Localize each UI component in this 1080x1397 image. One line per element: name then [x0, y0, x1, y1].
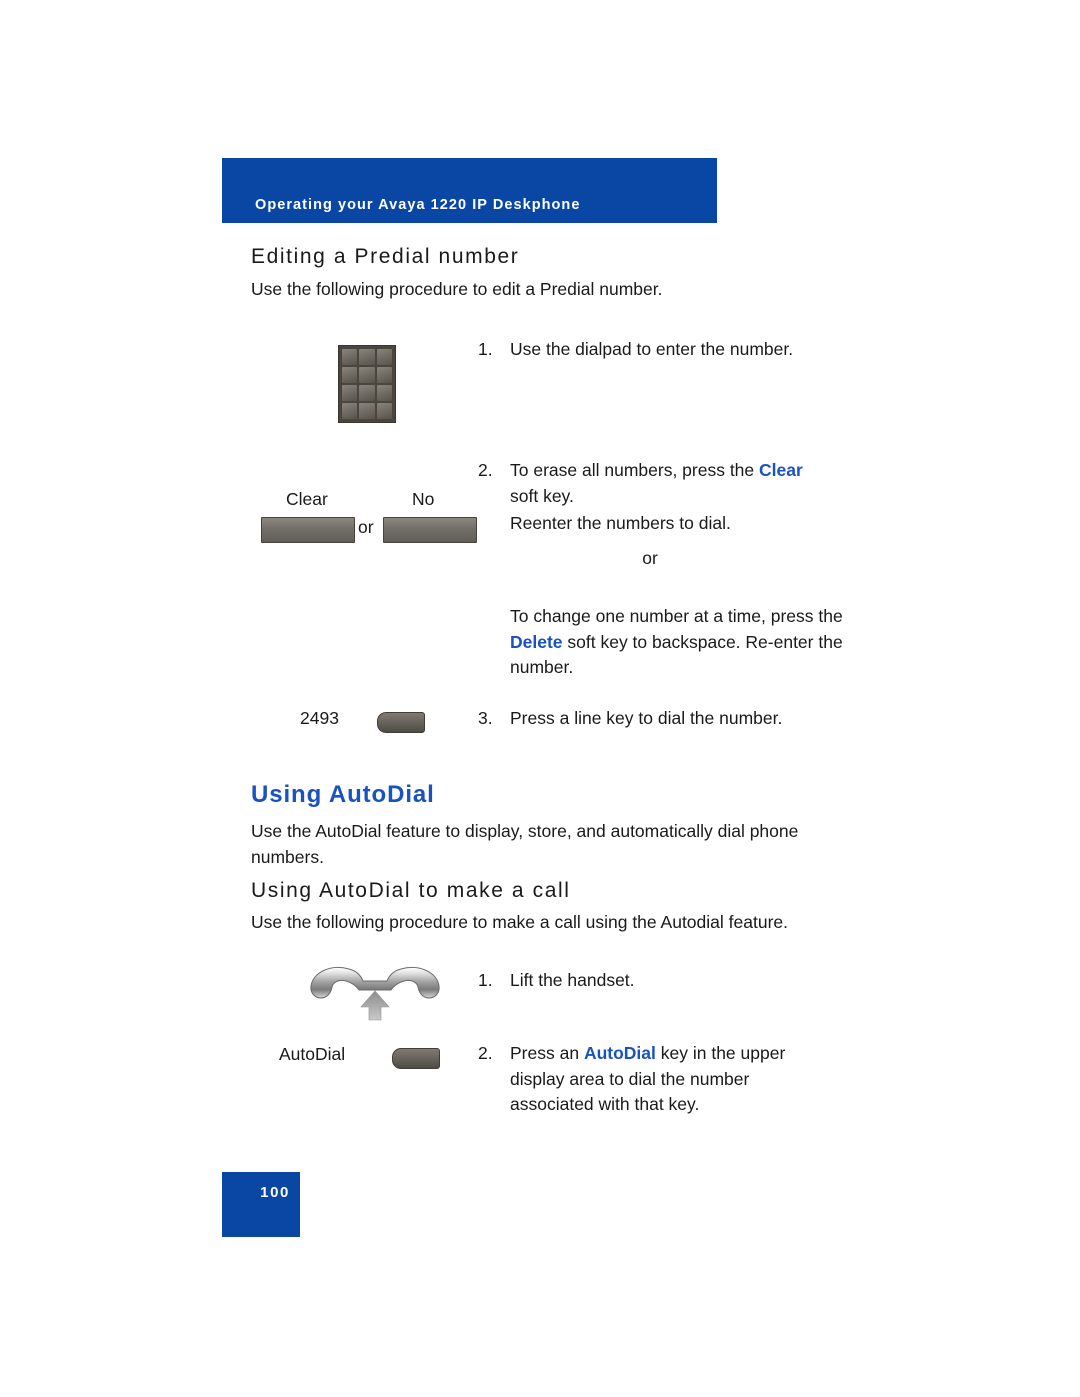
dialpad-key — [342, 385, 358, 401]
clear-softkey-term: Clear — [759, 460, 803, 480]
step-1-editing-predial: 1. Use the dialpad to enter the number. — [478, 337, 878, 363]
dialpad-key — [359, 367, 375, 383]
subheading-autodial-make-call: Using AutoDial to make a call — [251, 879, 571, 902]
header-banner-title: Operating your Avaya 1220 IP Deskphone — [255, 197, 581, 213]
step-text-before: To erase all numbers, press the — [510, 460, 760, 480]
intro-using-autodial: Use the AutoDial feature to display, sto… — [251, 821, 799, 867]
linekey-caption: 2493 — [300, 708, 339, 728]
softkey-right-caption: No — [412, 489, 435, 509]
reenter-numbers-text: Reenter the numbers to dial. — [510, 513, 731, 533]
step-1-using-autodial: 1. Lift the handset. — [478, 968, 878, 994]
step-2-using-autodial: 2. Press an AutoDial key in the upper di… — [478, 1041, 808, 1118]
autodial-key-button[interactable] — [392, 1048, 440, 1069]
heading-using-autodial: Using AutoDial — [251, 781, 435, 808]
line-key-button[interactable] — [377, 712, 425, 733]
step-number: 1. — [478, 970, 493, 990]
section-header-banner: Operating your Avaya 1220 IP Deskphone — [222, 158, 717, 223]
dialpad-key — [342, 367, 358, 383]
step-text: Press an AutoDial key in the upper displ… — [510, 1041, 808, 1118]
dialpad-key — [376, 385, 392, 401]
step-text-before: Press an — [510, 1043, 584, 1063]
step-number: 2. — [478, 1043, 493, 1063]
step-text: To erase all numbers, press the Clear so… — [510, 458, 823, 509]
change-text-before: To change one number at a time, press th… — [510, 606, 843, 626]
step-number: 1. — [478, 339, 493, 359]
step-2-editing-predial: 2. To erase all numbers, press the Clear… — [478, 458, 823, 509]
intro-editing-predial: Use the following procedure to edit a Pr… — [251, 279, 663, 299]
step-text: Press a line key to dial the number. — [510, 708, 783, 728]
handset-svg — [310, 967, 440, 1021]
dialpad-key — [342, 403, 358, 419]
step2-or-separator: or — [642, 548, 658, 568]
softkey-no-button[interactable] — [383, 517, 477, 543]
dialpad-icon — [338, 345, 396, 423]
step-number: 2. — [478, 460, 493, 480]
handset-lift-icon — [305, 960, 445, 1022]
dialpad-key — [359, 385, 375, 401]
change-one-number-text: To change one number at a time, press th… — [510, 604, 845, 681]
step-text: Use the dialpad to enter the number. — [510, 339, 794, 359]
intro-autodial-make-call: Use the following procedure to make a ca… — [251, 912, 788, 932]
dialpad-key — [376, 403, 392, 419]
softkey-separator-or: or — [358, 517, 374, 537]
softkey-left-caption: Clear — [286, 489, 328, 509]
delete-softkey-term: Delete — [510, 631, 563, 652]
step-3-editing-predial: 3. Press a line key to dial the number. — [478, 706, 878, 732]
step-text: Lift the handset. — [510, 970, 635, 990]
page-number-box: 100 — [222, 1172, 300, 1237]
dialpad-key — [342, 349, 358, 365]
dialpad-key — [359, 403, 375, 419]
heading-editing-predial: Editing a Predial number — [251, 245, 520, 268]
step-text-after: soft key. — [510, 485, 574, 506]
document-page: Operating your Avaya 1220 IP Deskphone E… — [0, 0, 1080, 1397]
softkey-clear-button[interactable] — [261, 517, 355, 543]
page-number: 100 — [260, 1184, 290, 1201]
dialpad-key — [376, 367, 392, 383]
dialpad-key — [376, 349, 392, 365]
autodial-key-caption: AutoDial — [279, 1044, 346, 1064]
dialpad-key — [359, 349, 375, 365]
step-number: 3. — [478, 708, 493, 728]
autodial-term: AutoDial — [583, 1043, 656, 1063]
